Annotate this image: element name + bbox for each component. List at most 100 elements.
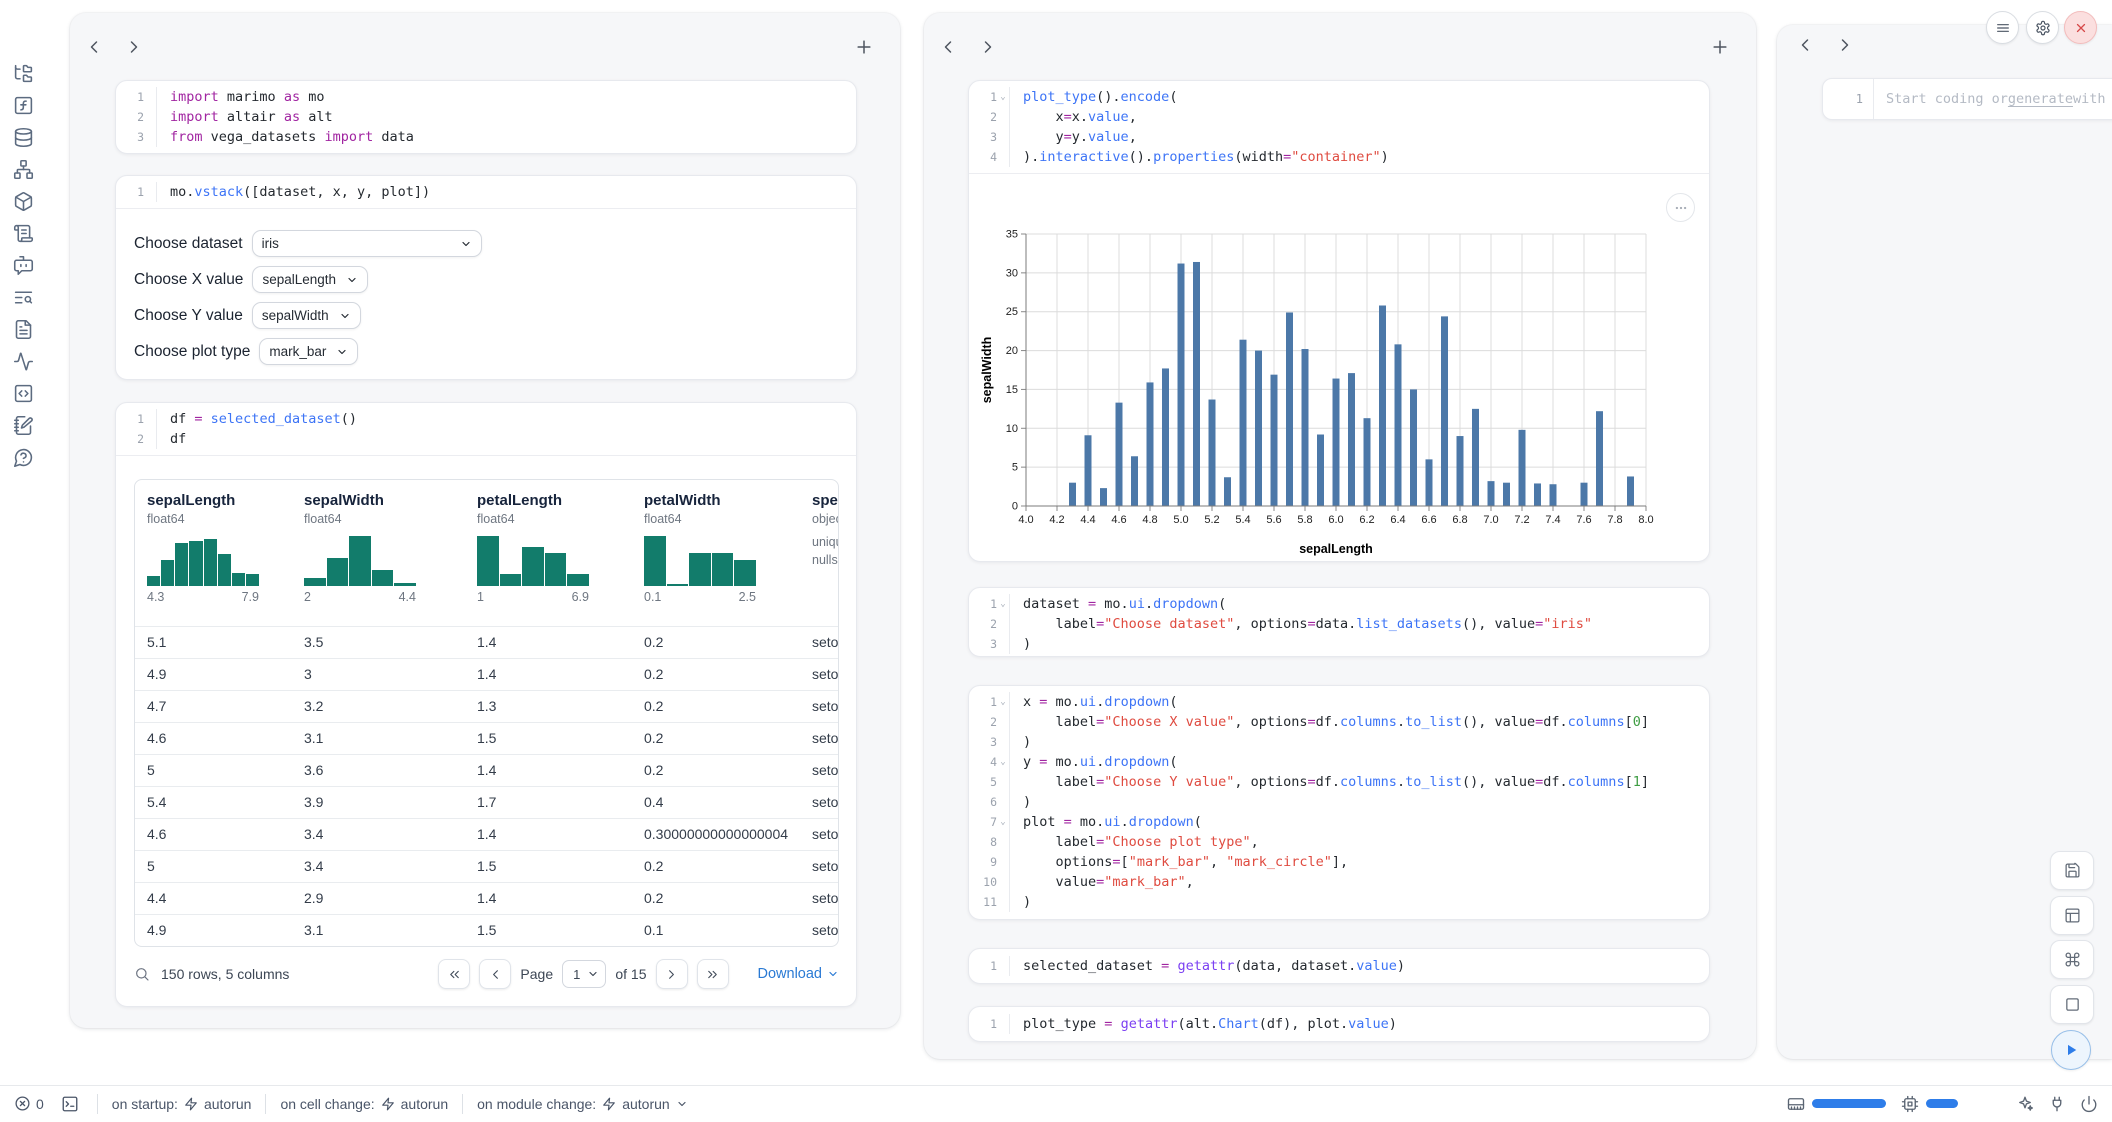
code-editor[interactable]: 1⌄dataset = mo.ui.dropdown(2 label="Choo…	[969, 588, 1709, 660]
code-line[interactable]: 9 options=["mark_bar", "mark_circle"],	[969, 852, 1709, 872]
dropdown-select[interactable]: iris	[252, 230, 482, 257]
help-circle-icon[interactable]	[13, 447, 34, 468]
column-prev-icon[interactable]	[1795, 35, 1815, 55]
settings-button[interactable]	[2026, 11, 2059, 44]
download-button[interactable]: Download	[758, 966, 840, 982]
column-header[interactable]: sepalWidthfloat6424.4	[292, 480, 465, 626]
code-line[interactable]: 2import altair as alt	[116, 107, 856, 127]
bar-chart[interactable]: 4.04.24.44.64.85.05.25.45.65.86.06.26.46…	[969, 178, 1709, 563]
fold-icon[interactable]: ⌄	[997, 812, 1009, 832]
column-header[interactable]: petalLengthfloat6416.9	[465, 480, 632, 626]
code-line[interactable]: 1⌄dataset = mo.ui.dropdown(	[969, 594, 1709, 614]
scroll-text-icon[interactable]	[13, 223, 34, 244]
column-header[interactable]: speciesobjectunique:nulls:	[800, 480, 839, 626]
code-line[interactable]: 7⌄plot = mo.ui.dropdown(	[969, 812, 1709, 832]
memory-icon[interactable]	[1787, 1095, 1805, 1113]
code-line[interactable]: 1df = selected_dataset()	[116, 409, 856, 429]
code-editor[interactable]: 1mo.vstack([dataset, x, y, plot])	[116, 176, 856, 208]
column-header[interactable]: sepalLengthfloat644.37.9	[135, 480, 292, 626]
generate-link[interactable]: generate	[2008, 91, 2073, 107]
column-next-icon[interactable]	[124, 37, 144, 57]
package-icon[interactable]	[13, 191, 34, 212]
search-icon[interactable]	[134, 966, 150, 982]
text-search-icon[interactable]	[13, 287, 34, 308]
code-line[interactable]: 3)	[969, 732, 1709, 752]
function-square-icon[interactable]	[13, 95, 34, 116]
column-next-icon[interactable]	[1835, 35, 1855, 55]
table-row[interactable]: 4.42.91.40.2setosa	[135, 882, 838, 914]
code-line[interactable]: 2 label="Choose dataset", options=data.l…	[969, 614, 1709, 634]
code-line[interactable]: 10 value="mark_bar",	[969, 872, 1709, 892]
save-button[interactable]	[2050, 851, 2094, 890]
column-prev-icon[interactable]	[84, 37, 104, 57]
code-editor[interactable]: 1⌄x = mo.ui.dropdown(2 label="Choose X v…	[969, 686, 1709, 918]
code-line[interactable]: 1mo.vstack([dataset, x, y, plot])	[116, 182, 856, 202]
errors-icon[interactable]	[14, 1095, 31, 1112]
layout-button[interactable]	[2050, 896, 2094, 935]
page-select[interactable]: 1	[562, 960, 606, 988]
column-prev-icon[interactable]	[938, 37, 958, 57]
runtime-config-item[interactable]: on startup:autorun	[112, 1096, 252, 1112]
code-line[interactable]: 3from vega_datasets import data	[116, 127, 856, 147]
connection-icon[interactable]	[2048, 1095, 2066, 1113]
activity-icon[interactable]	[13, 351, 34, 372]
table-row[interactable]: 4.73.21.30.2setosa	[135, 690, 838, 722]
code-editor[interactable]: 1import marimo as mo2import altair as al…	[116, 81, 856, 153]
add-cell-button[interactable]	[854, 37, 874, 57]
code-line[interactable]: 5 label="Choose Y value", options=df.col…	[969, 772, 1709, 792]
next-page-button[interactable]	[656, 959, 688, 989]
code-square-icon[interactable]	[13, 383, 34, 404]
table-row[interactable]: 53.41.50.2setosa	[135, 850, 838, 882]
cpu-icon[interactable]	[1901, 1095, 1919, 1113]
code-line[interactable]: 8 label="Choose plot type",	[969, 832, 1709, 852]
fold-icon[interactable]: ⌄	[997, 594, 1009, 614]
runtime-config-item[interactable]: on cell change:autorun	[280, 1096, 448, 1112]
code-line[interactable]: 1plot_type = getattr(alt.Chart(df), plot…	[969, 1014, 1709, 1034]
code-line[interactable]: 3)	[969, 634, 1709, 654]
code-line[interactable]: 4).interactive().properties(width="conta…	[969, 147, 1709, 167]
code-editor[interactable]: 1plot_type = getattr(alt.Chart(df), plot…	[969, 1007, 1709, 1041]
code-line[interactable]: 4⌄y = mo.ui.dropdown(	[969, 752, 1709, 772]
command-palette-button[interactable]	[2050, 940, 2094, 979]
code-line[interactable]: 11)	[969, 892, 1709, 912]
dropdown-select[interactable]: sepalWidth	[252, 302, 361, 329]
code-line[interactable]: 2 label="Choose X value", options=df.col…	[969, 712, 1709, 732]
fold-icon[interactable]: ⌄	[997, 692, 1009, 712]
ai-assistant-icon[interactable]	[2016, 1095, 2034, 1113]
database-icon[interactable]	[13, 127, 34, 148]
code-line[interactable]: 2df	[116, 429, 856, 449]
chart-actions-button[interactable]	[1666, 193, 1695, 222]
add-cell-button[interactable]	[1710, 37, 1730, 57]
table-row[interactable]: 4.93.11.50.1setosa	[135, 914, 838, 946]
table-row[interactable]: 4.63.41.40.30000000000000004setosa	[135, 818, 838, 850]
code-line[interactable]: 2 x=x.value,	[969, 107, 1709, 127]
run-all-button[interactable]	[2051, 1030, 2091, 1070]
code-editor[interactable]: 1df = selected_dataset()2df	[116, 403, 856, 455]
folder-tree-icon[interactable]	[13, 63, 34, 84]
fold-icon[interactable]: ⌄	[997, 87, 1009, 107]
dropdown-select[interactable]: sepalLength	[252, 266, 368, 293]
table-row[interactable]: 4.931.40.2setosa	[135, 658, 838, 690]
notebook-menu-button[interactable]	[1986, 11, 2019, 44]
code-editor[interactable]: 1selected_dataset = getattr(data, datase…	[969, 949, 1709, 983]
last-page-button[interactable]	[697, 959, 729, 989]
dropdown-select[interactable]: mark_bar	[259, 338, 358, 365]
frame-button[interactable]	[2050, 985, 2094, 1024]
bot-icon[interactable]	[13, 255, 34, 276]
code-line[interactable]: 3 y=y.value,	[969, 127, 1709, 147]
notebook-pen-icon[interactable]	[13, 415, 34, 436]
code-editor[interactable]: 1⌄plot_type().encode(2 x=x.value,3 y=y.v…	[969, 81, 1709, 173]
first-page-button[interactable]	[438, 959, 470, 989]
shutdown-button[interactable]	[2064, 11, 2097, 44]
prev-page-button[interactable]	[479, 959, 511, 989]
fold-icon[interactable]: ⌄	[997, 752, 1009, 772]
runtime-config-item[interactable]: on module change:autorun	[477, 1096, 688, 1112]
power-icon[interactable]	[2080, 1095, 2098, 1113]
column-next-icon[interactable]	[978, 37, 998, 57]
empty-cell[interactable]: 1 Start coding or generate with AI	[1822, 78, 2112, 120]
table-row[interactable]: 53.61.40.2setosa	[135, 754, 838, 786]
code-line[interactable]: 1import marimo as mo	[116, 87, 856, 107]
code-line[interactable]: 6)	[969, 792, 1709, 812]
code-line[interactable]: 1⌄plot_type().encode(	[969, 87, 1709, 107]
table-row[interactable]: 4.63.11.50.2setosa	[135, 722, 838, 754]
